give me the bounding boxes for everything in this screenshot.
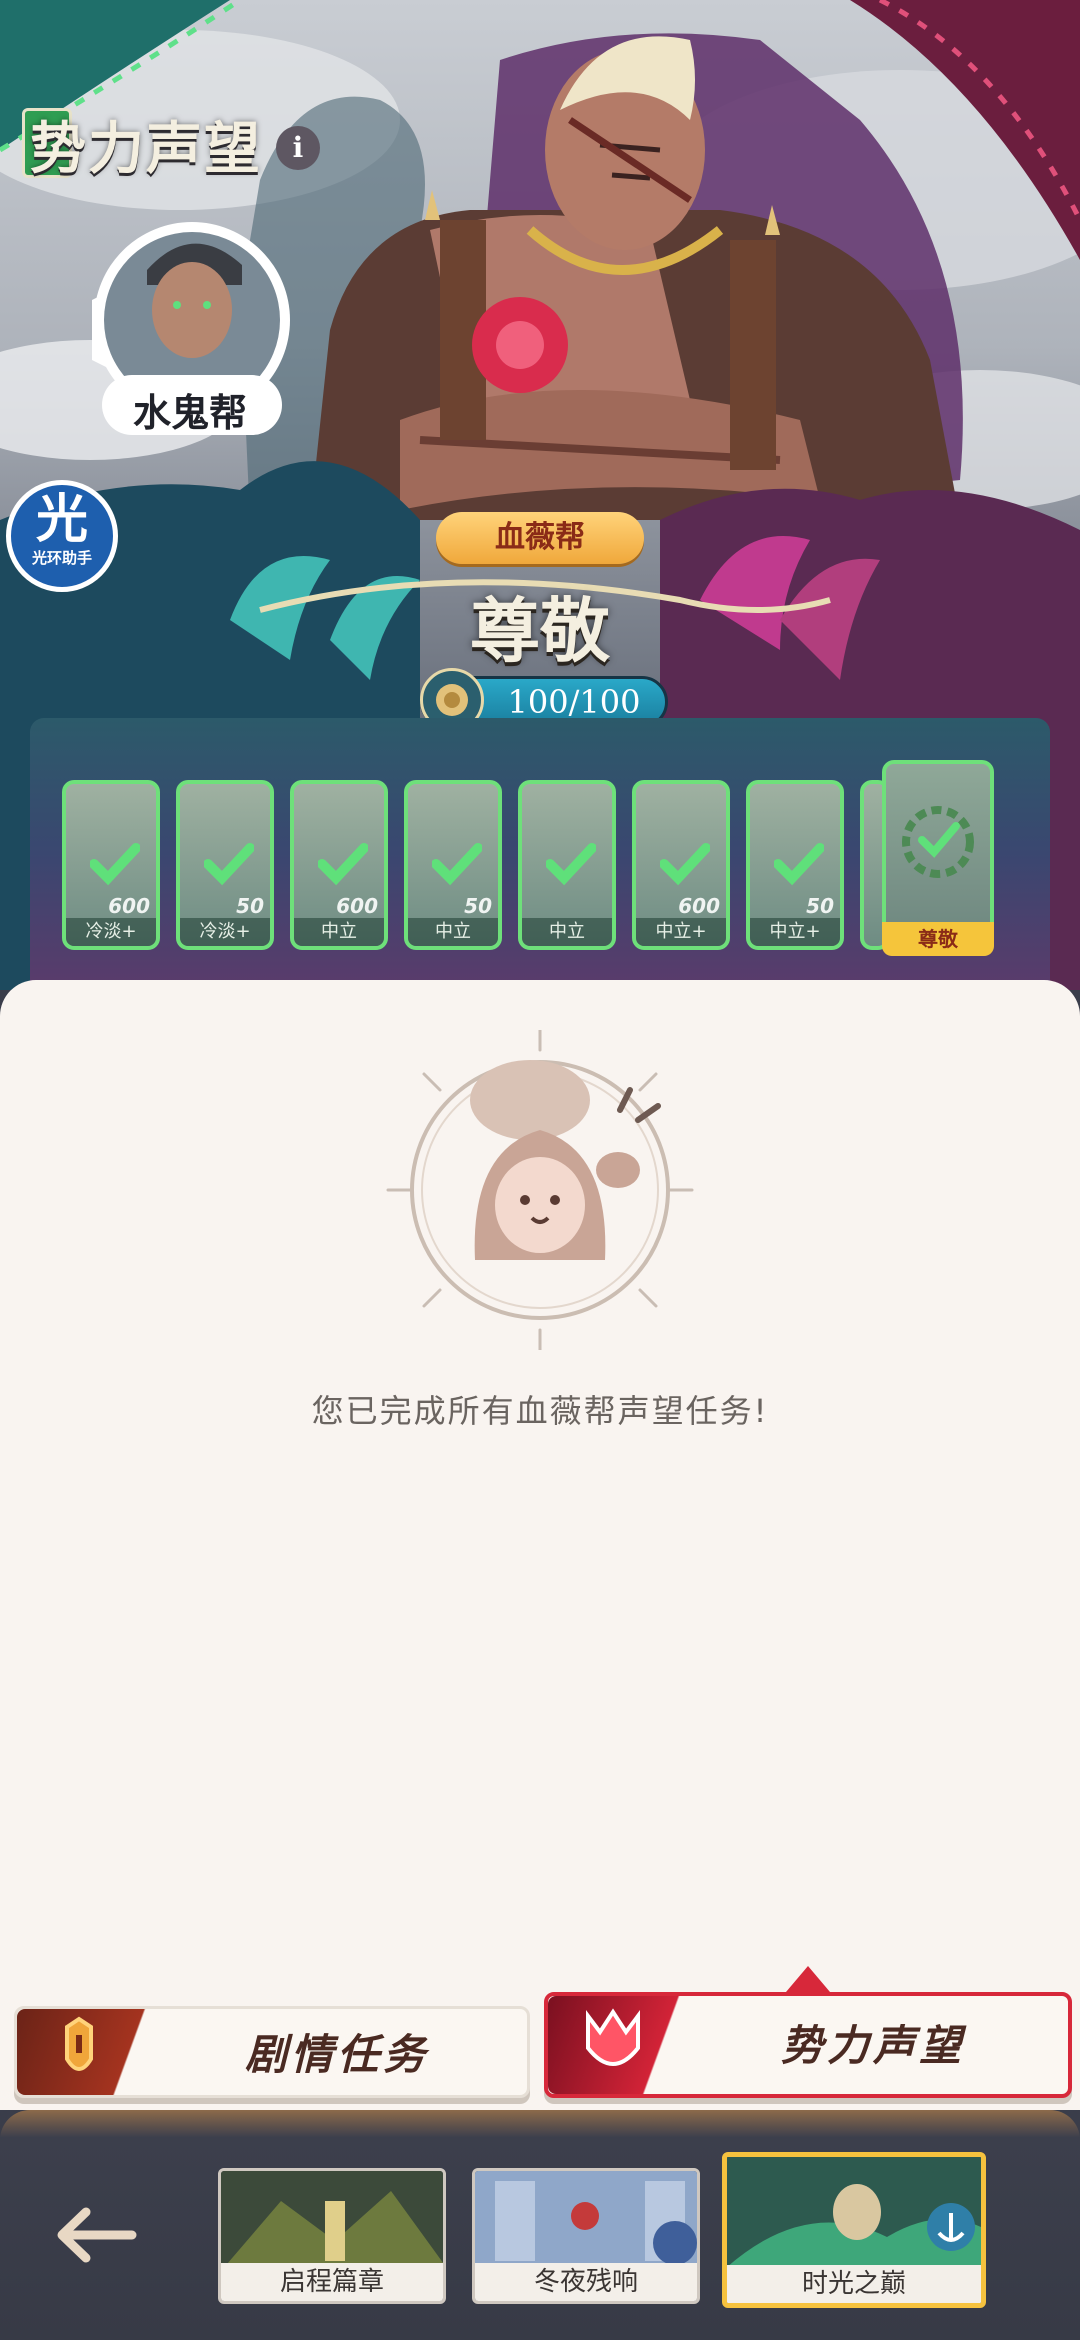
tab-story-quests[interactable]: 剧情任务 <box>14 2006 530 2098</box>
reward-amount: 600 <box>108 894 150 918</box>
checkmark-icon <box>546 843 596 886</box>
chapter-thumbnail <box>727 2157 981 2267</box>
reward-amount: 600 <box>336 894 378 918</box>
checkmark-icon <box>318 843 368 886</box>
assistant-label: 光环助手 <box>31 549 92 567</box>
reward-label: 中立 <box>522 918 612 946</box>
reward-amount: 50 <box>806 894 834 918</box>
completion-message: 您已完成所有血薇帮声望任务! <box>311 1392 769 1430</box>
checkmark-icon <box>432 843 482 886</box>
reward-amount: 600 <box>678 894 720 918</box>
checkmark-icon <box>204 843 254 886</box>
final-reward-card[interactable]: 尊敬 <box>882 760 994 956</box>
back-arrow-icon[interactable] <box>52 2200 142 2270</box>
reward-card[interactable]: 600 冷淡+ <box>62 780 160 950</box>
chapter-card-3-selected[interactable]: 时光之巅 <box>722 2152 986 2308</box>
checkmark-icon <box>774 843 824 886</box>
checkmark-icon <box>90 843 140 886</box>
chapter-label: 时光之巅 <box>727 2265 981 2303</box>
reward-card[interactable]: 50 中立+ <box>746 780 844 950</box>
assistant-glyph: 光 <box>35 489 88 550</box>
reward-label: 中立+ <box>750 918 840 946</box>
chapter-thumbnail <box>221 2171 443 2271</box>
reward-label: 中立 <box>294 918 384 946</box>
npc-name: 水鬼帮 <box>132 391 247 435</box>
reward-card[interactable]: 600 中立+ <box>632 780 730 950</box>
story-tab-icon <box>17 2009 167 2095</box>
reward-card[interactable]: 50 中立 <box>404 780 502 950</box>
task-panel <box>0 980 1080 2110</box>
reward-card[interactable]: 600 中立 <box>290 780 388 950</box>
info-icon[interactable]: i <box>276 126 320 170</box>
chapter-label: 冬夜残响 <box>475 2263 697 2301</box>
chapter-card-2[interactable]: 冬夜残响 <box>472 2168 700 2304</box>
reward-card[interactable]: 中立 <box>518 780 616 950</box>
reward-label: 中立+ <box>636 918 726 946</box>
wreath-icon <box>902 806 974 878</box>
reward-amount: 50 <box>236 894 264 918</box>
tab-faction-reputation[interactable]: 势力声望 <box>544 1992 1072 2098</box>
reward-amount: 50 <box>464 894 492 918</box>
assistant-button[interactable]: 光 光环助手 <box>6 480 118 592</box>
faction-name-tag: 血薇帮 <box>436 512 644 564</box>
chapter-label: 启程篇章 <box>221 2263 443 2301</box>
reward-label: 中立 <box>408 918 498 946</box>
tab-faction-label: 势力声望 <box>780 2021 965 2070</box>
reputation-rank: 尊敬 <box>470 589 610 672</box>
mascot-illustration <box>386 1030 694 1350</box>
page-title: 势力声望 <box>30 116 262 182</box>
reward-label: 冷淡+ <box>180 918 270 946</box>
final-reward-label: 尊敬 <box>882 922 994 956</box>
selected-tab-pointer <box>786 1966 830 1992</box>
tab-story-label: 剧情任务 <box>244 2030 429 2079</box>
chapter-card-1[interactable]: 启程篇章 <box>218 2168 446 2304</box>
reward-label: 冷淡+ <box>66 918 156 946</box>
faction-tab-icon <box>548 1996 698 2094</box>
checkmark-icon <box>660 843 710 886</box>
reward-card[interactable]: 50 冷淡+ <box>176 780 274 950</box>
chapter-thumbnail <box>475 2171 697 2271</box>
